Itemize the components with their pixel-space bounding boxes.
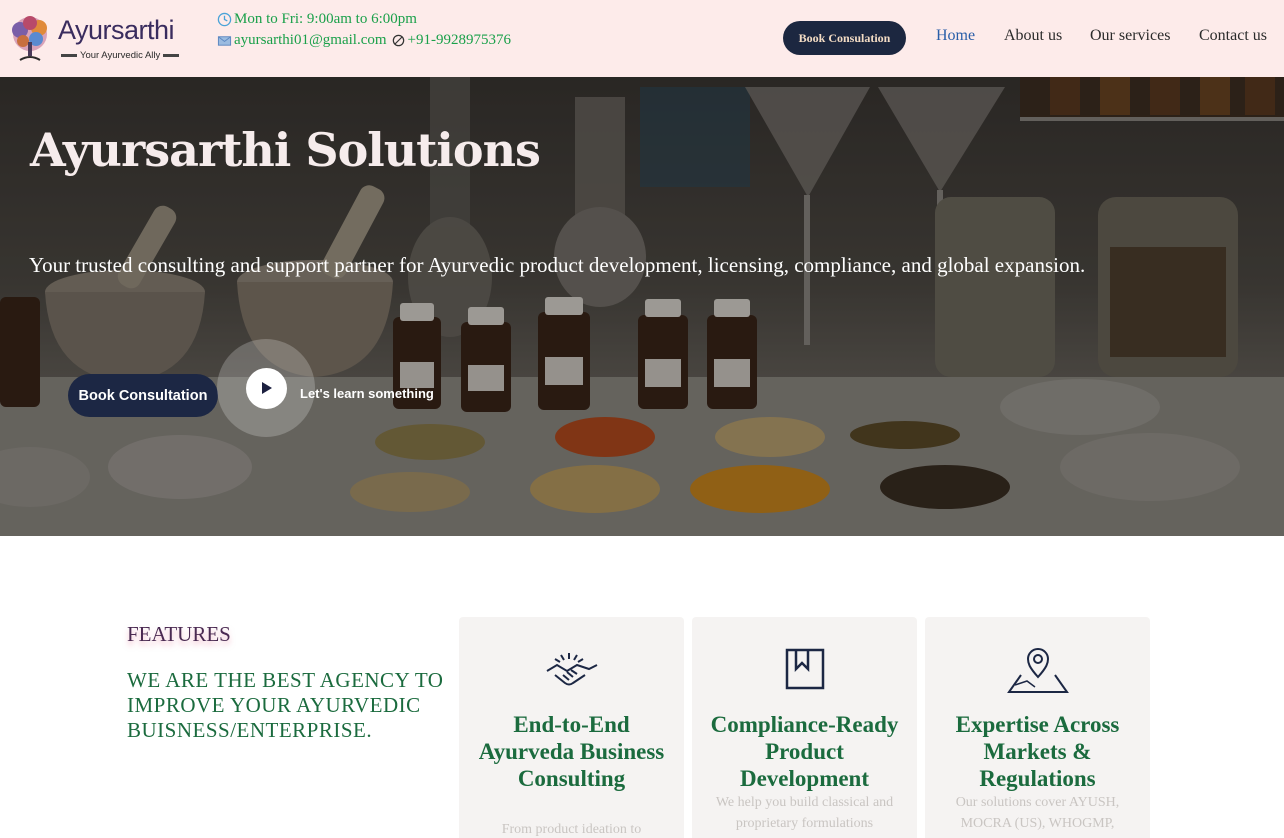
business-hours: Mon to Fri: 9:00am to 6:00pm xyxy=(234,11,417,27)
nav-contact-us[interactable]: Contact us xyxy=(1199,27,1267,45)
logo-tagline: Your Ayurvedic Ally xyxy=(58,50,182,61)
hero-title: Ayursarthi Solutions xyxy=(30,123,541,177)
logo-wordmark: Ayursarthi xyxy=(58,15,175,45)
nav-home[interactable]: Home xyxy=(936,27,975,45)
mail-icon xyxy=(217,36,232,46)
hero-book-consultation-button[interactable]: Book Consultation xyxy=(68,374,218,417)
brand-logo[interactable]: Ayursarthi Your Ayurvedic Ally xyxy=(6,12,186,68)
feature-card-title: Expertise Across Markets & Regulations xyxy=(955,712,1120,791)
feature-card-text: We help you build classical and propriet… xyxy=(715,795,894,831)
clock-icon xyxy=(217,12,232,27)
phone-link[interactable]: +91-9928975376 xyxy=(408,30,511,51)
feature-card-text: Our solutions cover AYUSH, MOCRA (US), W… xyxy=(955,795,1120,831)
play-icon xyxy=(262,382,272,394)
hero-subtitle: Your trusted consulting and support part… xyxy=(29,253,1086,277)
feature-card-markets-regulations[interactable]: Expertise Across Markets & Regulations O… xyxy=(925,617,1150,838)
bookmark-book-icon xyxy=(785,648,824,690)
features-label: FEATURES xyxy=(127,622,231,646)
map-pin-icon xyxy=(1006,648,1069,693)
feature-card-title: Compliance-Ready Product Development xyxy=(710,712,899,791)
handshake-icon xyxy=(545,653,597,686)
feature-card-consulting[interactable]: End-to-End Ayurveda Business Consulting … xyxy=(459,617,684,838)
phone-icon xyxy=(392,34,404,47)
email-phone-row: ayursarthi01@gmail.com +91-9928975376 xyxy=(217,30,511,51)
hero-section: Ayursarthi Solutions Your trusted consul… xyxy=(0,77,1284,536)
learn-something-link[interactable]: Let's learn something xyxy=(300,386,434,401)
feature-card-product-development[interactable]: Compliance-Ready Product Development We … xyxy=(692,617,917,838)
site-header: Ayursarthi Your Ayurvedic Ally Mon to Fr… xyxy=(0,0,1284,77)
feature-card-title: End-to-End Ayurveda Business Consulting xyxy=(478,712,665,791)
nav-our-services[interactable]: Our services xyxy=(1090,27,1170,45)
features-heading: WE ARE THE BEST AGENCY TO IMPROVE YOUR A… xyxy=(127,668,444,742)
contact-info: Mon to Fri: 9:00am to 6:00pm ayursarthi0… xyxy=(217,9,511,51)
tree-logo-icon xyxy=(12,16,47,61)
header-book-consultation-button[interactable]: Book Consulation xyxy=(783,21,906,55)
nav-about-us[interactable]: About us xyxy=(1004,27,1062,45)
hours-row: Mon to Fri: 9:00am to 6:00pm xyxy=(217,9,511,30)
play-button-circle xyxy=(245,367,287,409)
feature-card-text: From product ideation to xyxy=(501,822,642,837)
email-link[interactable]: ayursarthi01@gmail.com xyxy=(234,30,387,51)
